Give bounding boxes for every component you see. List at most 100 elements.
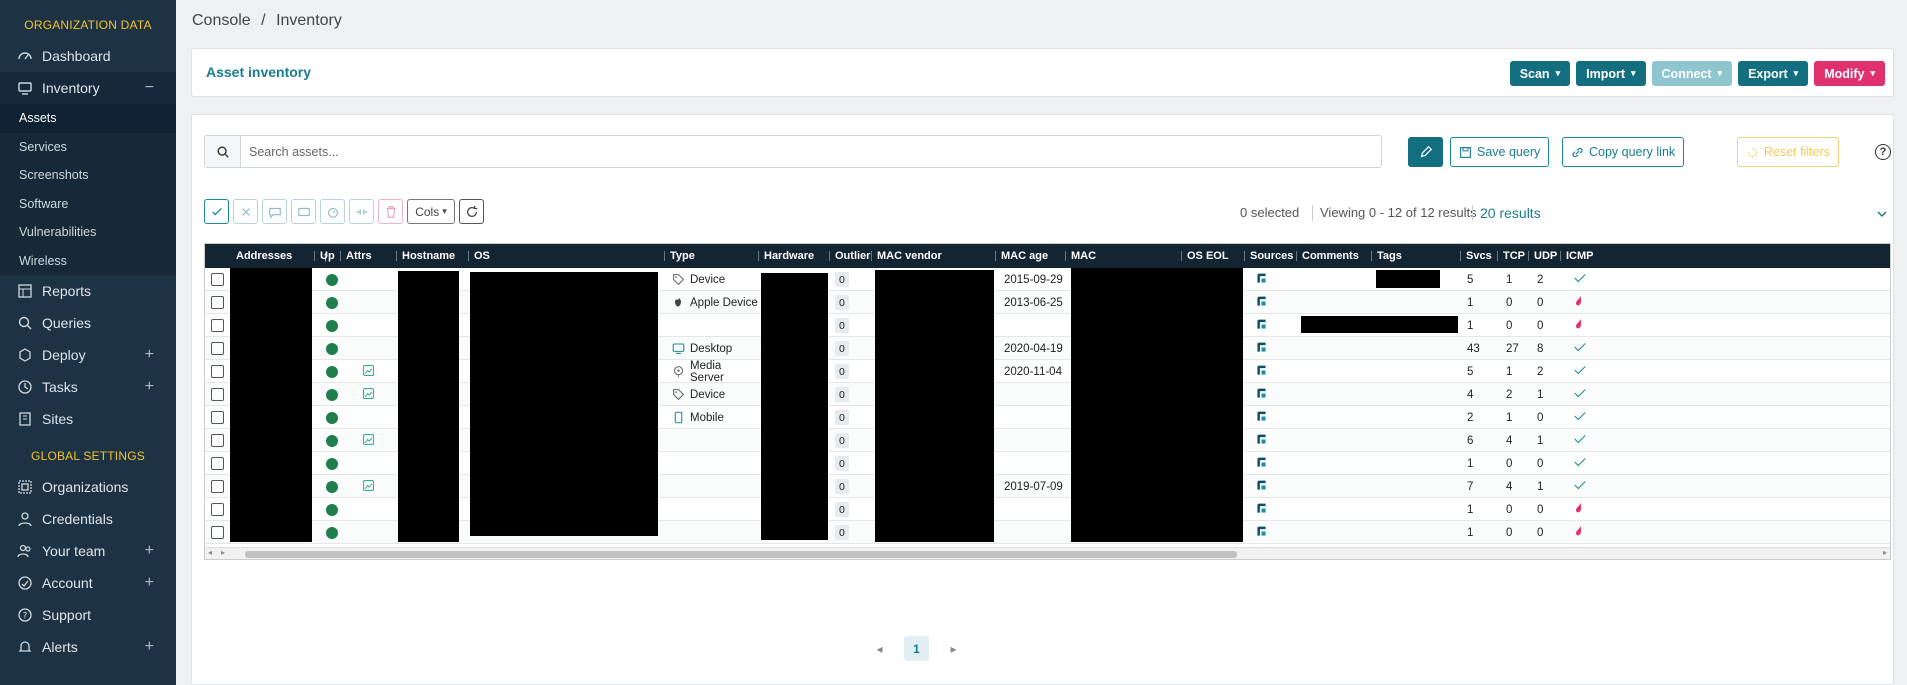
col-comments[interactable]: Comments — [1296, 244, 1371, 268]
udp-cell[interactable]: 0 — [1531, 498, 1559, 521]
row-checkbox[interactable] — [211, 503, 224, 516]
source-icon[interactable] — [1255, 502, 1268, 518]
svcs-cell[interactable]: 1 — [1461, 291, 1497, 314]
sidebar-subitem-vulnerabilities[interactable]: Vulnerabilities — [0, 218, 176, 247]
sidebar-item-tasks[interactable]: Tasks + — [0, 371, 176, 403]
sidebar-item-account[interactable]: Account + — [0, 567, 176, 599]
expand-icon[interactable]: + — [145, 574, 154, 592]
col-tcp[interactable]: TCP — [1497, 244, 1528, 268]
tag-button[interactable] — [291, 199, 316, 224]
sidebar-subitem-screenshots[interactable]: Screenshots — [0, 161, 176, 190]
col-attrs[interactable]: Attrs — [340, 244, 396, 268]
udp-cell[interactable]: 0 — [1531, 452, 1559, 475]
col-os-eol[interactable]: OS EOL — [1181, 244, 1244, 268]
results-per-page[interactable]: 20 results — [1480, 205, 1541, 221]
chevron-down-icon[interactable] — [1877, 207, 1887, 222]
udp-cell[interactable]: 0 — [1531, 314, 1559, 337]
row-checkbox[interactable] — [211, 319, 224, 332]
sidebar-item-organizations[interactable]: Organizations — [0, 471, 176, 503]
sidebar-item-inventory[interactable]: Inventory − — [0, 72, 176, 104]
sidebar-item-queries[interactable]: Queries — [0, 307, 176, 339]
scroll-right-small-icon[interactable]: ▸ — [221, 548, 225, 557]
tcp-cell[interactable]: 0 — [1500, 452, 1528, 475]
udp-cell[interactable]: 0 — [1531, 406, 1559, 429]
sidebar-item-sites[interactable]: Sites — [0, 403, 176, 435]
row-checkbox[interactable] — [211, 480, 224, 493]
source-icon[interactable] — [1255, 410, 1268, 426]
udp-cell[interactable]: 2 — [1531, 360, 1559, 383]
col-type[interactable]: Type — [664, 244, 758, 268]
col-tags[interactable]: Tags — [1371, 244, 1460, 268]
source-icon[interactable] — [1255, 479, 1268, 495]
tcp-cell[interactable]: 1 — [1500, 360, 1528, 383]
tcp-cell[interactable]: 4 — [1500, 429, 1528, 452]
col-hostname[interactable]: Hostname — [396, 244, 468, 268]
source-icon[interactable] — [1255, 272, 1268, 288]
svcs-cell[interactable]: 1 — [1461, 314, 1497, 337]
scan-button[interactable]: Scan ▾ — [1509, 61, 1571, 86]
col-hardware[interactable]: Hardware — [758, 244, 829, 268]
breadcrumb-console[interactable]: Console — [192, 12, 251, 29]
connect-button[interactable]: Connect ▾ — [1651, 61, 1733, 86]
col-svcs[interactable]: Svcs — [1460, 244, 1497, 268]
sidebar-item-deploy[interactable]: Deploy + — [0, 339, 176, 371]
refresh-button[interactable] — [459, 199, 484, 224]
udp-cell[interactable]: 1 — [1531, 429, 1559, 452]
comment-button[interactable] — [262, 199, 287, 224]
sidebar-subitem-assets[interactable]: Assets — [0, 104, 176, 133]
deselect-button[interactable] — [233, 199, 258, 224]
page-1-button[interactable]: 1 — [904, 636, 929, 661]
screenshot-icon[interactable] — [362, 387, 375, 403]
row-checkbox[interactable] — [211, 526, 224, 539]
source-icon[interactable] — [1255, 318, 1268, 334]
svcs-cell[interactable]: 5 — [1461, 268, 1497, 291]
svcs-cell[interactable]: 1 — [1461, 452, 1497, 475]
schedule-button[interactable] — [320, 199, 345, 224]
source-icon[interactable] — [1255, 387, 1268, 403]
import-button[interactable]: Import ▾ — [1576, 61, 1646, 86]
sidebar-subitem-services[interactable]: Services — [0, 133, 176, 162]
export-button[interactable]: Export ▾ — [1738, 61, 1809, 86]
reset-filters-button[interactable]: Reset filters — [1737, 137, 1839, 167]
copy-query-link-button[interactable]: Copy query link — [1562, 137, 1685, 167]
udp-cell[interactable]: 1 — [1531, 383, 1559, 406]
col-addresses[interactable]: Addresses ↑ — [230, 244, 329, 268]
scroll-left-icon[interactable]: ◂ — [208, 548, 212, 557]
row-checkbox[interactable] — [211, 365, 224, 378]
row-checkbox[interactable] — [211, 434, 224, 447]
col-icmp[interactable]: ICMP — [1560, 244, 1600, 268]
row-checkbox[interactable] — [211, 388, 224, 401]
tcp-cell[interactable]: 0 — [1500, 498, 1528, 521]
scroll-right-icon[interactable]: ▸ — [1883, 548, 1887, 557]
svcs-cell[interactable]: 7 — [1461, 475, 1497, 498]
source-icon[interactable] — [1255, 456, 1268, 472]
search-input[interactable] — [241, 137, 1381, 166]
help-icon[interactable]: ? — [1875, 144, 1891, 160]
sidebar-item-support[interactable]: ? Support — [0, 599, 176, 631]
select-all-button[interactable] — [204, 199, 229, 224]
udp-cell[interactable]: 8 — [1531, 337, 1559, 360]
row-checkbox[interactable] — [211, 457, 224, 470]
svcs-cell[interactable]: 1 — [1461, 498, 1497, 521]
svcs-cell[interactable]: 2 — [1461, 406, 1497, 429]
udp-cell[interactable]: 0 — [1531, 521, 1559, 544]
col-up[interactable]: Up — [314, 244, 340, 268]
sidebar-item-dashboard[interactable]: Dashboard — [0, 40, 176, 72]
expand-icon[interactable]: + — [145, 638, 154, 656]
prev-page-button[interactable]: ◂ — [867, 636, 892, 661]
screenshot-icon[interactable] — [362, 479, 375, 495]
delete-button[interactable] — [378, 199, 403, 224]
scrollbar-thumb[interactable] — [245, 551, 1237, 558]
udp-cell[interactable]: 1 — [1531, 475, 1559, 498]
sidebar-item-credentials[interactable]: Credentials — [0, 503, 176, 535]
expand-icon[interactable]: + — [145, 346, 154, 364]
tcp-cell[interactable]: 0 — [1500, 291, 1528, 314]
svcs-cell[interactable]: 1 — [1461, 521, 1497, 544]
expand-icon[interactable]: + — [145, 542, 154, 560]
tcp-cell[interactable]: 4 — [1500, 475, 1528, 498]
screenshot-icon[interactable] — [362, 364, 375, 380]
source-icon[interactable] — [1255, 525, 1268, 541]
columns-dropdown[interactable]: Cols ▾ — [407, 199, 455, 224]
svcs-cell[interactable]: 4 — [1461, 383, 1497, 406]
row-checkbox[interactable] — [211, 411, 224, 424]
